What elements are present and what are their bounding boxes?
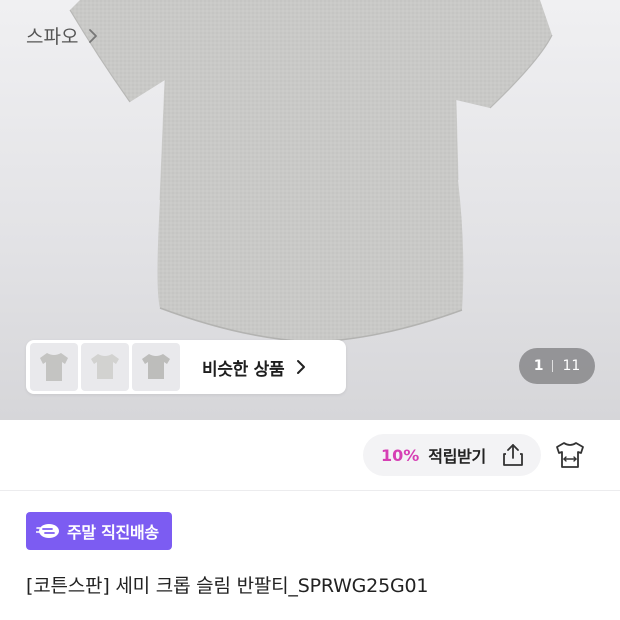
delivery-badge: 주말 직진배송 — [26, 512, 172, 550]
reward-percent: 10% — [381, 445, 420, 465]
chevron-right-icon — [88, 28, 98, 44]
tshirt-icon — [91, 354, 119, 379]
similar-thumbnail-3[interactable] — [132, 343, 180, 391]
product-title: [코튼스판] 세미 크롭 슬림 반팔티_SPRWG25G01 — [26, 575, 429, 597]
brand-name: 스파오 — [26, 26, 79, 48]
chevron-right-icon — [296, 359, 306, 375]
image-pager: 1 11 — [519, 348, 595, 384]
reward-share-button[interactable]: 10% 적립받기 — [363, 434, 541, 476]
size-fit-icon[interactable] — [551, 436, 589, 474]
similar-thumbnail-1[interactable] — [30, 343, 78, 391]
tshirt-icon — [142, 354, 170, 379]
brand-link[interactable]: 스파오 — [26, 22, 98, 49]
similar-products-label: 비슷한 상품 — [202, 359, 285, 380]
share-icon[interactable] — [500, 442, 526, 468]
fast-delivery-icon — [36, 522, 60, 540]
delivery-badge-label: 주말 직진배송 — [67, 523, 159, 542]
similar-thumbnail-2[interactable] — [81, 343, 129, 391]
tshirt-icon — [40, 353, 68, 381]
pager-divider — [552, 360, 554, 372]
reward-label: 적립받기 — [428, 447, 486, 466]
similar-products-strip[interactable]: 비슷한 상품 — [26, 340, 346, 394]
pager-total: 11 — [562, 358, 581, 374]
product-image-gallery[interactable]: 비슷한 상품 1 11 — [0, 0, 620, 420]
pager-current: 1 — [533, 358, 544, 374]
